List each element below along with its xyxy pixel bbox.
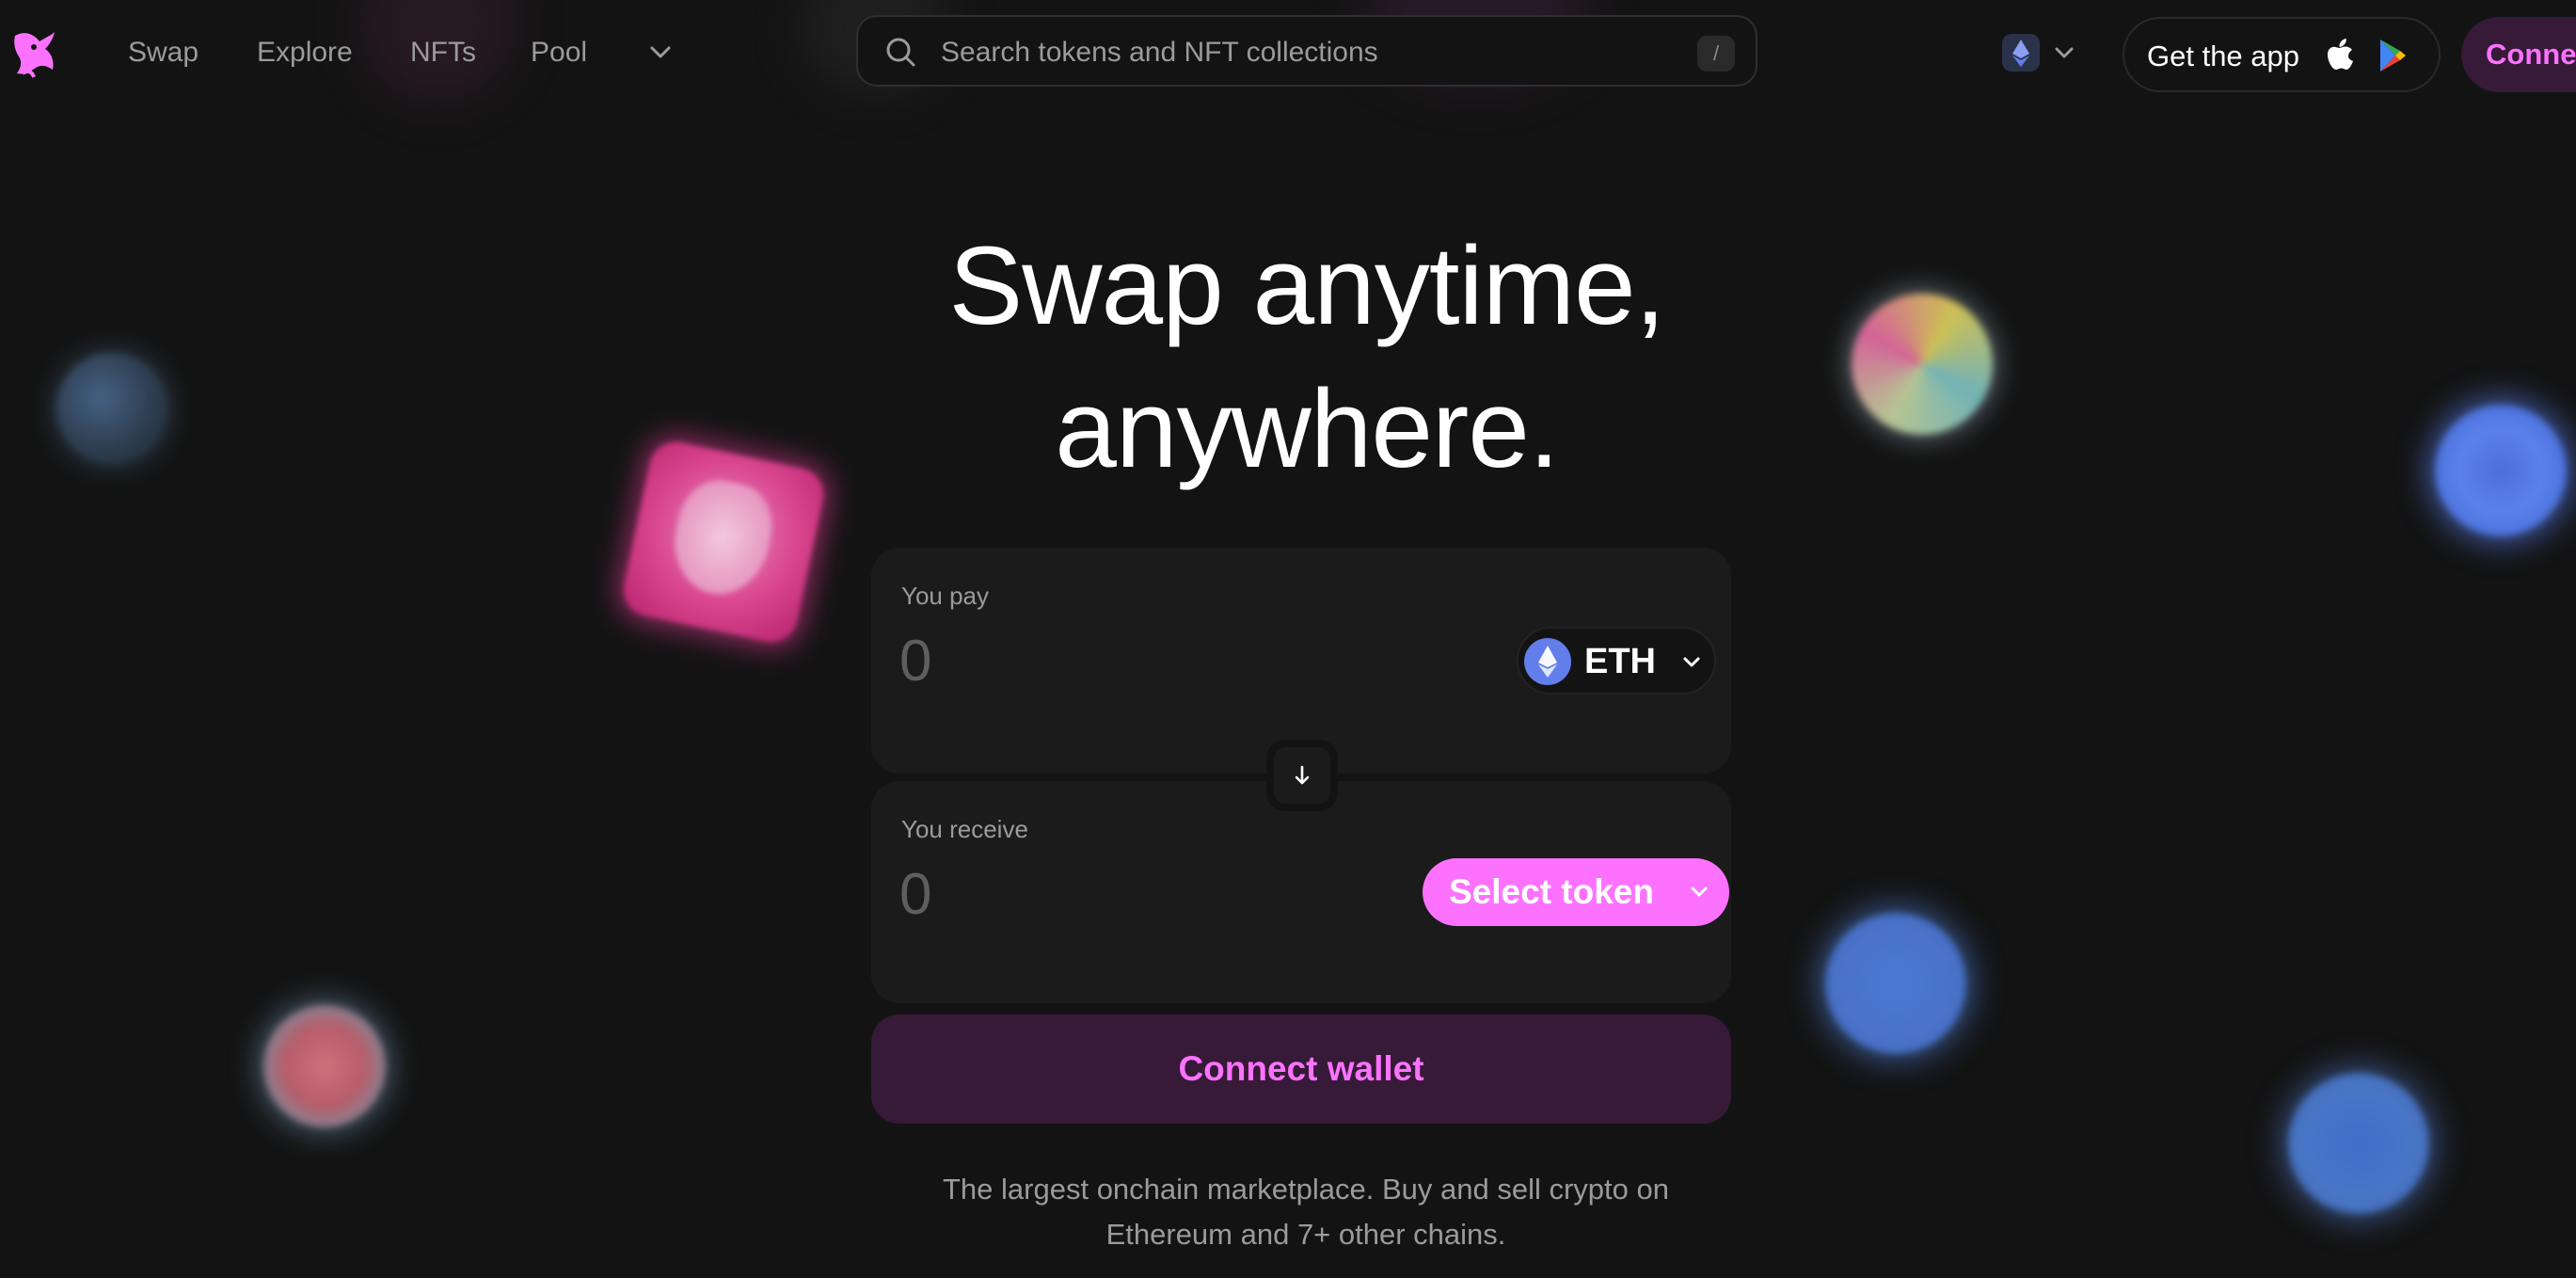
- select-token-label: Select token: [1449, 872, 1654, 911]
- receive-amount-input[interactable]: [899, 856, 1370, 932]
- search-input[interactable]: [941, 34, 1675, 72]
- receive-panel: You receive Select token: [871, 781, 1731, 1003]
- unicorn-logo-icon[interactable]: [6, 24, 64, 83]
- chevron-down-icon[interactable]: [644, 36, 677, 70]
- tagline-line1: The largest onchain marketplace. Buy and…: [943, 1173, 1669, 1206]
- hero-title: Swap anytime, anywhere.: [818, 215, 1796, 501]
- pay-token-selector[interactable]: ETH: [1517, 627, 1716, 695]
- swap-page: Swap Explore NFTs Pool / Get the app: [0, 0, 2576, 1278]
- nav-link-swap[interactable]: Swap: [128, 34, 199, 72]
- floating-token-icon: [56, 353, 167, 464]
- connect-wallet-label: Connect wallet: [1178, 1049, 1424, 1088]
- pay-token-symbol: ETH: [1584, 642, 1656, 681]
- receive-label: You receive: [901, 815, 1028, 843]
- google-play-icon: [2377, 38, 2409, 73]
- ethereum-icon: [2002, 34, 2040, 72]
- apple-icon: [2326, 38, 2358, 73]
- tagline-line2: Ethereum and 7+ other chains.: [1105, 1218, 1506, 1251]
- floating-token-icon: [263, 1005, 386, 1127]
- shortcut-key-hint: /: [1697, 36, 1735, 72]
- ethereum-icon: [1524, 638, 1571, 685]
- switch-tokens-button[interactable]: [1266, 740, 1338, 811]
- connect-wallet-button[interactable]: Connect wallet: [871, 1014, 1731, 1124]
- floating-token-icon: [2288, 1073, 2429, 1214]
- select-token-button[interactable]: Select token: [1423, 858, 1729, 926]
- connect-button-label: Conne: [2486, 38, 2576, 71]
- connect-button[interactable]: Conne: [2461, 17, 2576, 92]
- search-icon: [883, 34, 920, 72]
- top-navigation: Swap Explore NFTs Pool / Get the app: [0, 0, 2576, 109]
- floating-token-icon: [2435, 405, 2567, 536]
- chain-selector[interactable]: [1998, 32, 2081, 75]
- chevron-down-icon: [2051, 40, 2077, 66]
- tagline: The largest onchain marketplace. Buy and…: [847, 1167, 1765, 1257]
- chevron-down-icon: [1686, 879, 1712, 905]
- arrow-down-icon: [1289, 762, 1315, 789]
- floating-token-icon: [1852, 294, 1993, 435]
- pay-label: You pay: [901, 582, 990, 610]
- chevron-down-icon: [1678, 649, 1705, 676]
- swap-widget: You pay ETH You receive Select token: [856, 535, 1746, 1137]
- nav-link-nfts[interactable]: NFTs: [410, 34, 476, 72]
- hero-title-line2: anywhere.: [1055, 367, 1559, 491]
- nav-link-pool[interactable]: Pool: [531, 34, 587, 72]
- floating-token-icon: [618, 437, 829, 647]
- pay-amount-input[interactable]: [899, 623, 1370, 698]
- floating-token-icon: [1825, 913, 1966, 1054]
- get-the-app-button[interactable]: Get the app: [2123, 17, 2441, 92]
- nav-link-explore[interactable]: Explore: [257, 34, 353, 72]
- get-the-app-label: Get the app: [2147, 40, 2300, 72]
- hero-title-line1: Swap anytime,: [948, 224, 1666, 348]
- search-bar[interactable]: /: [856, 15, 1757, 87]
